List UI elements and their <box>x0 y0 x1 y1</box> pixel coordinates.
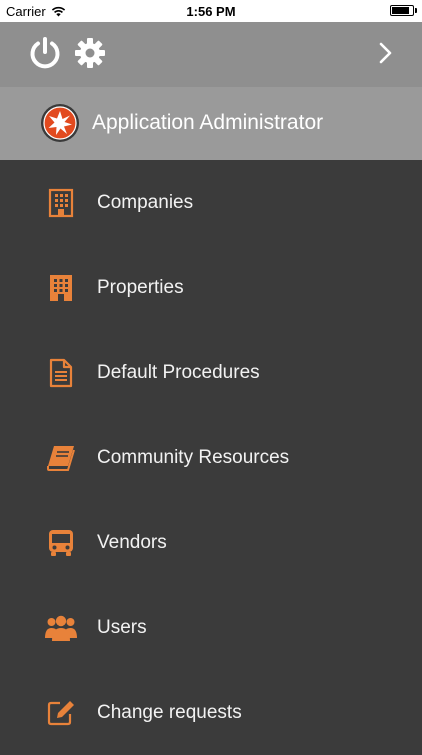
menu-item-label: Vendors <box>97 532 167 553</box>
settings-button[interactable] <box>72 35 108 71</box>
battery-level <box>392 7 409 14</box>
document-icon <box>45 357 77 389</box>
edit-icon <box>45 697 77 729</box>
chevron-right-icon <box>379 42 392 64</box>
power-icon <box>30 37 60 69</box>
menu-item-label: Companies <box>97 192 194 213</box>
menu-item-community-resources[interactable]: Community Resources <box>0 415 422 500</box>
profile-name: Application Administrator <box>92 111 324 134</box>
profile-header[interactable]: Application Administrator <box>0 87 422 160</box>
book-icon <box>45 442 77 474</box>
gear-icon <box>75 38 105 68</box>
menu-item-change-requests[interactable]: Change requests <box>0 670 422 755</box>
menu-item-label: Change requests <box>97 702 242 723</box>
menu-item-properties[interactable]: Properties <box>0 245 422 330</box>
header-toolbar <box>0 22 422 87</box>
status-time: 1:56 PM <box>186 4 236 19</box>
battery-tip <box>415 8 417 13</box>
menu-item-label: Community Resources <box>97 447 290 468</box>
battery-icon <box>390 5 414 16</box>
menu-item-label: Default Procedures <box>97 362 260 383</box>
menu-item-label: Users <box>97 617 147 638</box>
menu-item-vendors[interactable]: Vendors <box>0 500 422 585</box>
power-button[interactable] <box>26 34 64 72</box>
users-icon <box>45 612 77 644</box>
office-building-icon <box>45 187 77 219</box>
menu-item-users[interactable]: Users <box>0 585 422 670</box>
next-button[interactable] <box>372 38 400 68</box>
bus-icon <box>45 527 77 559</box>
status-bar: Carrier 1:56 PM <box>0 0 422 22</box>
apartment-building-icon <box>45 272 77 304</box>
avatar <box>40 103 80 143</box>
menu-item-default-procedures[interactable]: Default Procedures <box>0 330 422 415</box>
starburst-logo-icon <box>41 104 79 142</box>
navigation-menu: Companies Properties Default Procedures … <box>0 160 422 755</box>
menu-item-label: Properties <box>97 277 184 298</box>
menu-item-companies[interactable]: Companies <box>0 160 422 245</box>
